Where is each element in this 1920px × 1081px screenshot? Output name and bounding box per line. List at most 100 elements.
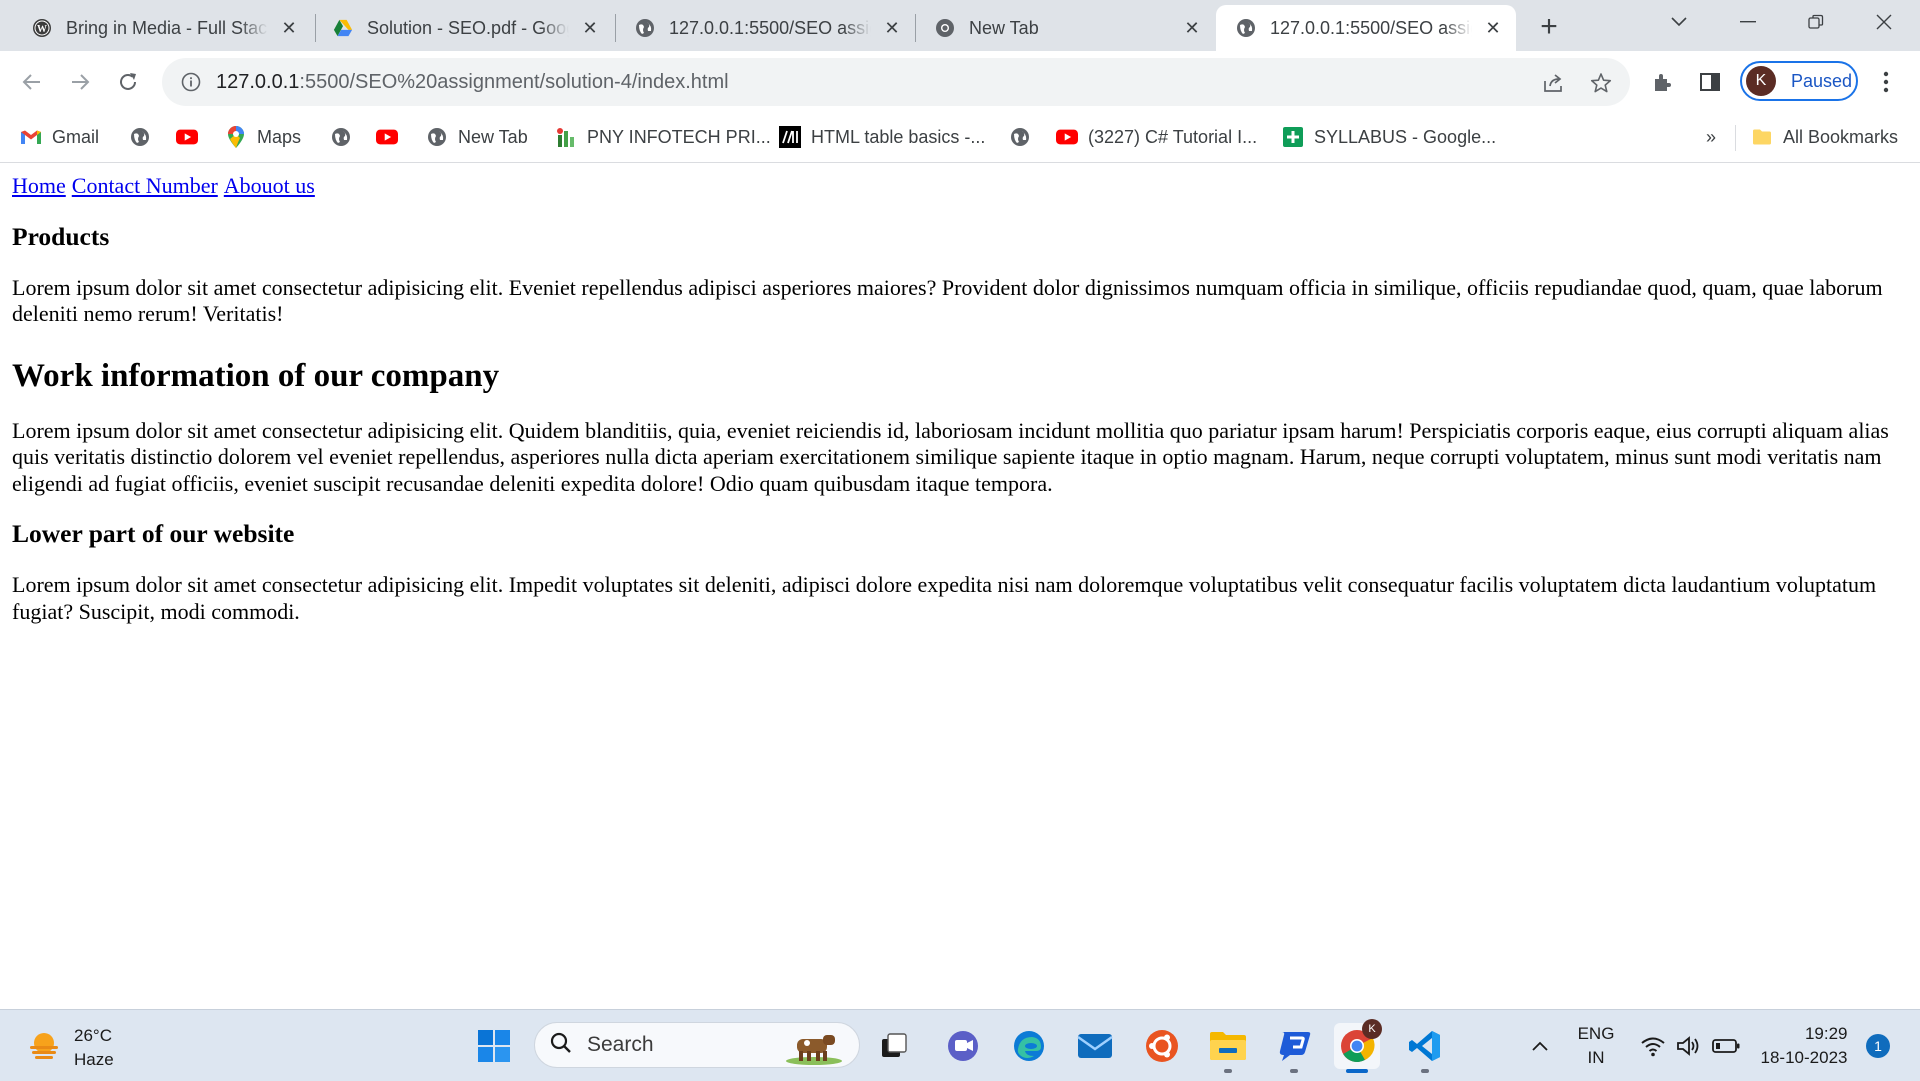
chrome-profile-badge: K [1362, 1019, 1382, 1039]
bookmark-pny[interactable]: PNY INFOTECH PRI... [555, 124, 771, 150]
bookmark-youtube[interactable] [376, 124, 398, 150]
wifi-icon[interactable] [1636, 1010, 1670, 1081]
search-placeholder: Search [587, 1033, 654, 1056]
volume-icon[interactable] [1672, 1010, 1706, 1081]
svg-text:W: W [37, 24, 47, 35]
mdn-icon [779, 126, 801, 148]
youtube-icon [376, 126, 398, 148]
extensions-icon[interactable] [1644, 64, 1680, 100]
chrome-taskbar-icon[interactable]: K [1334, 1019, 1382, 1073]
url-path: :5500/SEO%20assignment/solution-4/index.… [299, 70, 729, 93]
running-indicator [1224, 1069, 1232, 1073]
ubuntu-icon[interactable] [1139, 1023, 1185, 1069]
file-explorer-icon[interactable] [1205, 1023, 1251, 1073]
edge-icon[interactable] [1006, 1023, 1052, 1069]
bookmarks-divider [1735, 125, 1736, 151]
minimize-button[interactable] [1720, 0, 1776, 44]
browser-tab-active[interactable]: 127.0.0.1:5500/SEO assignment ✕ [1216, 5, 1516, 51]
chrome-icon [935, 18, 955, 38]
close-icon[interactable]: ✕ [1179, 15, 1205, 41]
globe-icon [1236, 18, 1256, 38]
lower-paragraph: Lorem ipsum dolor sit amet consectetur a… [12, 572, 1877, 624]
restore-button[interactable] [1788, 0, 1844, 44]
gmail-icon [20, 126, 42, 148]
weather-temperature: 26°C [74, 1026, 112, 1045]
teams-chat-icon[interactable] [940, 1023, 986, 1069]
weather-description: Haze [74, 1050, 114, 1069]
show-hidden-icons-button[interactable] [1520, 1010, 1560, 1081]
windows-taskbar: 26°C Haze Search K ENG IN 19:29 18-10-20… [0, 1009, 1920, 1081]
globe-icon [635, 18, 655, 38]
nav-link-contact[interactable]: Contact Number [72, 173, 218, 198]
bookmark-new-tab[interactable]: New Tab [426, 124, 528, 150]
bookmark-label: (3227) C# Tutorial I... [1088, 126, 1258, 147]
bookmark-globe[interactable] [330, 124, 352, 150]
bookmark-label: HTML table basics -... [811, 126, 986, 147]
region-code: IN [1587, 1047, 1605, 1067]
close-icon[interactable]: ✕ [577, 15, 603, 41]
youtube-icon [176, 126, 198, 148]
reload-button[interactable] [110, 64, 146, 100]
close-icon[interactable]: ✕ [276, 15, 302, 41]
products-paragraph: Lorem ipsum dolor sit amet consectetur a… [12, 274, 1883, 327]
taskbar-search-input[interactable]: Search [534, 1022, 860, 1068]
youtube-icon [1056, 126, 1078, 148]
browser-tab[interactable]: W Bring in Media - Full Stack ✕ [12, 5, 312, 51]
weather-haze-icon [26, 1028, 62, 1069]
vscode-icon[interactable] [1402, 1023, 1448, 1073]
nav-link-home[interactable]: Home [12, 173, 66, 198]
start-button[interactable] [471, 1023, 517, 1069]
bookmark-youtube[interactable] [176, 124, 198, 150]
site-nav: Home Contact Number Abouot us [12, 173, 1908, 200]
tab-strip: W Bring in Media - Full Stack ✕ Solution… [0, 0, 1920, 51]
profile-button[interactable]: K Paused [1740, 61, 1858, 101]
back-button[interactable] [14, 64, 50, 100]
bookmark-gmail[interactable]: Gmail [20, 124, 99, 150]
teamviewer-app-icon[interactable] [1271, 1023, 1317, 1073]
language-code: ENG [1577, 1023, 1615, 1043]
browser-tab[interactable]: New Tab ✕ [915, 5, 1215, 51]
close-window-button[interactable] [1856, 0, 1912, 44]
mail-icon[interactable] [1072, 1023, 1118, 1069]
globe-icon [426, 126, 448, 148]
browser-tab[interactable]: 127.0.0.1:5500/SEO assignment ✕ [615, 5, 915, 51]
tab-title: 127.0.0.1:5500/SEO assignment [1270, 17, 1472, 39]
site-info-icon[interactable] [180, 71, 202, 93]
bookmark-globe[interactable] [129, 124, 151, 150]
bookmark-maps[interactable]: Maps [225, 124, 301, 150]
bookmark-star-icon[interactable] [1588, 70, 1614, 96]
all-bookmarks-button[interactable]: All Bookmarks [1751, 124, 1898, 150]
browser-tab[interactable]: Solution - SEO.pdf - Google Drive ✕ [313, 5, 613, 51]
bookmark-csharp-tutorial[interactable]: (3227) C# Tutorial I... [1056, 124, 1257, 150]
weather-widget[interactable]: 26°C Haze [26, 1024, 114, 1072]
clock[interactable]: 19:29 18-10-2023 [1750, 1010, 1858, 1081]
tab-search-button[interactable] [1651, 0, 1707, 44]
active-indicator [1346, 1069, 1368, 1073]
notification-badge[interactable]: 1 [1866, 1034, 1890, 1058]
side-panel-icon[interactable] [1692, 64, 1728, 100]
lower-heading: Lower part of our website [12, 519, 295, 548]
google-drive-icon [333, 18, 353, 38]
share-icon[interactable] [1540, 70, 1566, 96]
task-view-button[interactable] [871, 1023, 917, 1069]
language-indicator[interactable]: ENG IN [1572, 1010, 1620, 1081]
more-menu-icon[interactable] [1868, 64, 1904, 100]
forward-button[interactable] [62, 64, 98, 100]
new-tab-button[interactable]: + [1531, 9, 1567, 45]
address-bar[interactable]: 127.0.0.1:5500/SEO%20assignment/solution… [162, 58, 1630, 106]
battery-icon[interactable] [1708, 1010, 1744, 1081]
bookmark-syllabus[interactable]: SYLLABUS - Google... [1282, 124, 1496, 150]
bookmark-label: Maps [257, 126, 302, 147]
bookmark-mdn[interactable]: HTML table basics -... [779, 124, 985, 150]
more-bookmarks-button[interactable]: » [1706, 124, 1716, 150]
work-heading: Work information of our company [12, 357, 500, 394]
url-text[interactable]: 127.0.0.1:5500/SEO%20assignment/solution… [216, 71, 729, 94]
bookmark-globe[interactable] [1009, 124, 1031, 150]
clock-time: 19:29 [1804, 1023, 1848, 1043]
close-icon[interactable]: ✕ [1480, 15, 1506, 41]
avatar: K [1746, 66, 1776, 96]
nav-link-about[interactable]: Abouot us [224, 173, 315, 198]
globe-icon [330, 126, 352, 148]
close-icon[interactable]: ✕ [879, 15, 905, 41]
tab-title: Bring in Media - Full Stack [66, 17, 268, 39]
